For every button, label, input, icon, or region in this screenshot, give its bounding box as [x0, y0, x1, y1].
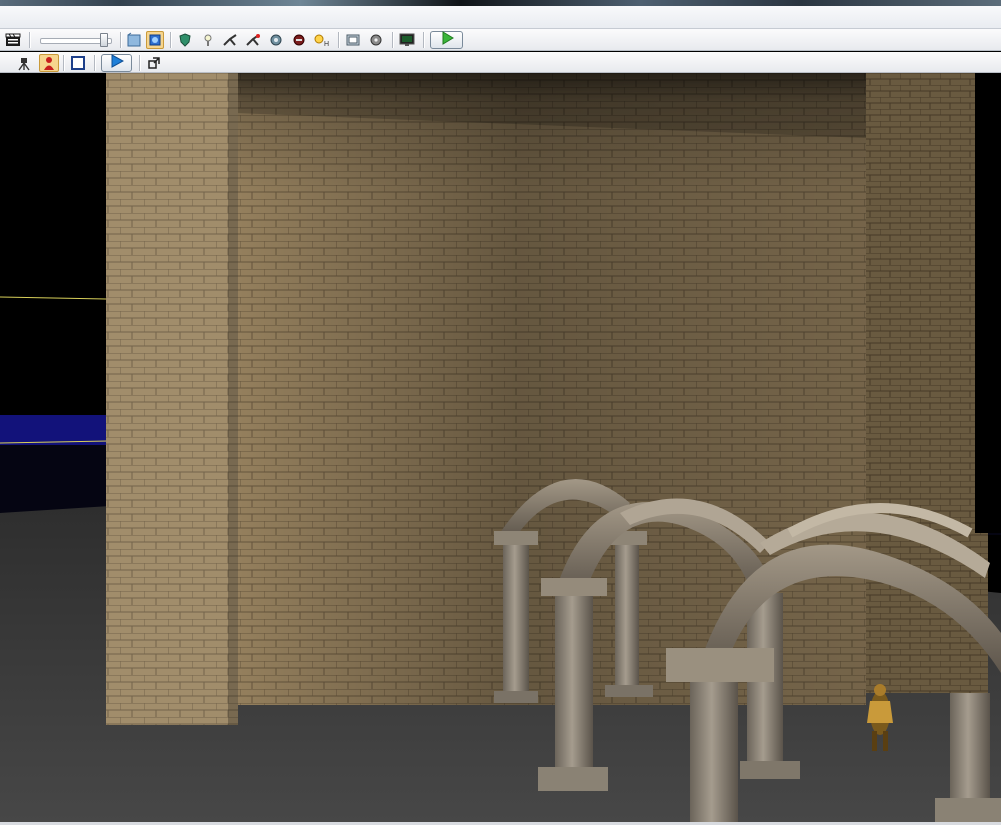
scene-render — [0, 73, 1001, 822]
toolbar-separator — [170, 32, 172, 48]
light-h-icon[interactable]: H — [313, 31, 331, 49]
square-view-icon[interactable] — [69, 54, 87, 72]
slider-thumb[interactable] — [100, 33, 108, 47]
toolbar-separator — [63, 55, 65, 71]
camera-rotate-icon[interactable] — [267, 31, 285, 49]
viewport-toolbar — [0, 52, 1001, 73]
menu-strip — [0, 6, 1001, 29]
maximize-viewport-icon[interactable] — [145, 54, 163, 72]
reel-icon[interactable] — [367, 31, 385, 49]
play-blue-icon — [110, 53, 124, 73]
shield-icon[interactable] — [176, 31, 194, 49]
panel-icon[interactable] — [344, 31, 362, 49]
bone-x-icon[interactable] — [221, 31, 239, 49]
toolbar-separator — [338, 32, 340, 48]
toolbar-separator — [392, 32, 394, 48]
play-viewport-button[interactable] — [101, 53, 132, 73]
editor-toolbar-top: H — [0, 29, 1001, 51]
clapperboard-icon[interactable] — [4, 31, 22, 49]
cube-selected-icon[interactable] — [146, 31, 164, 49]
toolbar-separator — [120, 32, 122, 48]
play-in-editor-button[interactable] — [430, 30, 463, 50]
bone-red-icon[interactable] — [244, 31, 262, 49]
play-in-editor-icon — [440, 30, 454, 50]
toolbar-separator — [139, 55, 141, 71]
tripod-icon[interactable] — [15, 54, 33, 72]
actor-red-icon[interactable] — [39, 54, 59, 72]
svg-text:H: H — [324, 41, 329, 47]
cube-wireframe-icon[interactable] — [125, 31, 143, 49]
3d-viewport[interactable] — [0, 73, 1001, 822]
toolbar-separator — [423, 32, 425, 48]
toolbar-grip-icon — [0, 54, 4, 72]
toolbar-separator — [29, 32, 31, 48]
monitor-icon[interactable] — [398, 31, 416, 49]
toolbar-separator — [94, 55, 96, 71]
actor-helmet-icon[interactable] — [290, 31, 308, 49]
light-bulb-icon[interactable] — [199, 31, 217, 49]
